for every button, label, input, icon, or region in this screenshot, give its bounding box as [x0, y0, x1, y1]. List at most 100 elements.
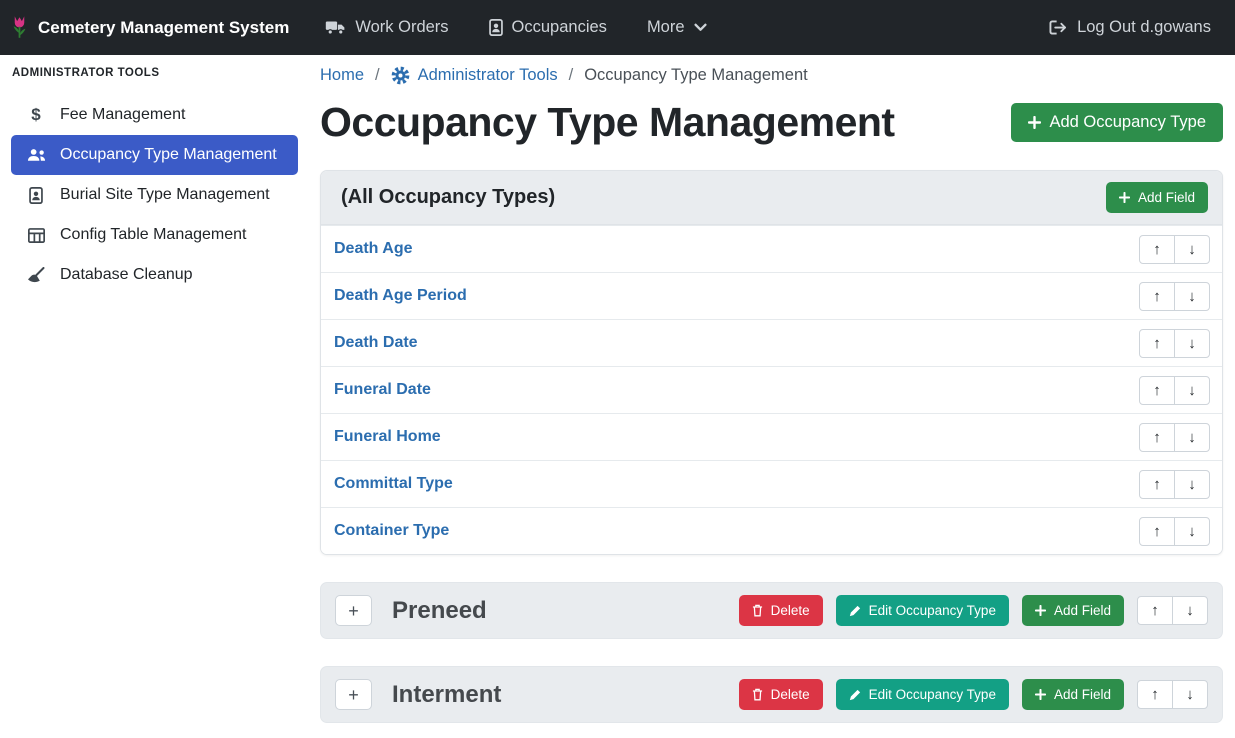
sidebar-item-label: Config Table Management: [60, 226, 247, 244]
move-down-button[interactable]: ↓: [1174, 329, 1210, 358]
occupancy-type-section-interment: + Interment Delete Edit Occupancy Type: [320, 666, 1223, 723]
nav-work-orders[interactable]: Work Orders: [325, 18, 448, 37]
broom-icon: [25, 267, 47, 283]
trash-icon: [752, 688, 763, 701]
occupancy-type-section-preneed: + Preneed Delete Edit Occupancy Type: [320, 582, 1223, 639]
delete-button[interactable]: Delete: [739, 595, 823, 626]
section-actions: Delete Edit Occupancy Type Add Field ↑: [739, 679, 1208, 710]
field-link[interactable]: Funeral Home: [334, 428, 441, 446]
edit-occupancy-type-button[interactable]: Edit Occupancy Type: [836, 595, 1009, 626]
field-link[interactable]: Death Age: [334, 240, 413, 258]
logout-label: Log Out d.gowans: [1077, 18, 1211, 37]
sidebar-item-config-table-management[interactable]: Config Table Management: [11, 215, 298, 255]
logout-link[interactable]: Log Out d.gowans: [1049, 18, 1211, 37]
field-link[interactable]: Committal Type: [334, 475, 453, 493]
field-link[interactable]: Container Type: [334, 522, 449, 540]
arrow-down-icon: ↓: [1188, 288, 1196, 305]
delete-label: Delete: [771, 687, 810, 702]
nav-work-orders-label: Work Orders: [355, 18, 448, 37]
breadcrumb-home-link[interactable]: Home: [320, 66, 364, 85]
field-link[interactable]: Death Age Period: [334, 287, 467, 305]
expand-section-button[interactable]: +: [335, 679, 372, 710]
add-occupancy-type-button[interactable]: Add Occupancy Type: [1011, 103, 1223, 142]
arrow-up-icon: ↑: [1153, 335, 1161, 352]
edit-occupancy-type-label: Edit Occupancy Type: [869, 603, 996, 618]
expand-section-button[interactable]: +: [335, 595, 372, 626]
field-link[interactable]: Death Date: [334, 334, 418, 352]
app-brand[interactable]: Cemetery Management System: [10, 14, 289, 41]
sidebar-item-occupancy-type-management[interactable]: Occupancy Type Management: [11, 135, 298, 175]
delete-button[interactable]: Delete: [739, 679, 823, 710]
move-down-button[interactable]: ↓: [1174, 282, 1210, 311]
add-occupancy-type-label: Add Occupancy Type: [1049, 113, 1206, 132]
move-down-button[interactable]: ↓: [1174, 376, 1210, 405]
arrow-up-icon: ↑: [1153, 429, 1161, 446]
add-field-label: Add Field: [1054, 603, 1111, 618]
nav-more-label: More: [647, 18, 685, 37]
sidebar-item-database-cleanup[interactable]: Database Cleanup: [11, 255, 298, 295]
pencil-icon: [849, 689, 861, 701]
arrow-up-icon: ↑: [1151, 686, 1159, 703]
move-up-button[interactable]: ↑: [1139, 376, 1175, 405]
all-types-card-title: (All Occupancy Types): [341, 186, 555, 209]
edit-occupancy-type-button[interactable]: Edit Occupancy Type: [836, 679, 1009, 710]
users-icon: [25, 148, 47, 162]
move-up-button[interactable]: ↑: [1139, 470, 1175, 499]
arrow-down-icon: ↓: [1188, 335, 1196, 352]
breadcrumb: Home / Administrator Tools / Occupancy T…: [320, 66, 1223, 85]
sidebar-item-burial-site-type-management[interactable]: Burial Site Type Management: [11, 175, 298, 215]
arrow-up-icon: ↑: [1153, 523, 1161, 540]
plus-icon: [1035, 689, 1046, 700]
move-up-button[interactable]: ↑: [1139, 282, 1175, 311]
add-field-button[interactable]: Add Field: [1106, 182, 1208, 213]
portrait-icon: [25, 187, 47, 204]
breadcrumb-current: Occupancy Type Management: [584, 66, 808, 85]
arrow-up-icon: ↑: [1151, 602, 1159, 619]
move-button-group: ↑ ↓: [1139, 423, 1210, 452]
move-down-button[interactable]: ↓: [1174, 423, 1210, 452]
logout-icon: [1049, 20, 1068, 35]
navbar-links: Work Orders Occupancies More: [325, 18, 706, 37]
field-link[interactable]: Funeral Date: [334, 381, 431, 399]
move-up-button[interactable]: ↑: [1137, 680, 1173, 709]
field-row: Funeral Home ↑ ↓: [321, 413, 1222, 460]
arrow-down-icon: ↓: [1188, 429, 1196, 446]
move-up-button[interactable]: ↑: [1139, 423, 1175, 452]
portrait-icon: [489, 19, 503, 36]
edit-occupancy-type-label: Edit Occupancy Type: [869, 687, 996, 702]
add-field-button[interactable]: Add Field: [1022, 679, 1124, 710]
move-button-group: ↑ ↓: [1139, 329, 1210, 358]
move-down-button[interactable]: ↓: [1172, 596, 1208, 625]
field-row: Death Date ↑ ↓: [321, 319, 1222, 366]
table-icon: [25, 228, 47, 243]
move-up-button[interactable]: ↑: [1137, 596, 1173, 625]
arrow-up-icon: ↑: [1153, 382, 1161, 399]
arrow-down-icon: ↓: [1186, 602, 1194, 619]
move-button-group: ↑ ↓: [1139, 376, 1210, 405]
move-up-button[interactable]: ↑: [1139, 329, 1175, 358]
plus-icon: [1028, 116, 1041, 129]
field-row: Death Age ↑ ↓: [321, 225, 1222, 272]
all-types-card-header: (All Occupancy Types) Add Field: [321, 171, 1222, 225]
section-actions: Delete Edit Occupancy Type Add Field ↑: [739, 595, 1208, 626]
sidebar-item-label: Database Cleanup: [60, 266, 193, 284]
sidebar-item-fee-management[interactable]: $ Fee Management: [11, 95, 298, 135]
move-up-button[interactable]: ↑: [1139, 517, 1175, 546]
add-field-label: Add Field: [1138, 190, 1195, 205]
nav-more[interactable]: More: [647, 18, 707, 37]
app-title: Cemetery Management System: [38, 18, 289, 38]
move-down-button[interactable]: ↓: [1174, 470, 1210, 499]
sidebar-heading: Administrator Tools: [0, 67, 308, 79]
tulip-logo-icon: [10, 14, 29, 41]
breadcrumb-admin-tools-link[interactable]: Administrator Tools: [391, 66, 558, 85]
move-down-button[interactable]: ↓: [1172, 680, 1208, 709]
arrow-up-icon: ↑: [1153, 476, 1161, 493]
sidebar-item-label: Occupancy Type Management: [60, 146, 277, 164]
move-up-button[interactable]: ↑: [1139, 235, 1175, 264]
field-row: Container Type ↑ ↓: [321, 507, 1222, 554]
move-down-button[interactable]: ↓: [1174, 517, 1210, 546]
nav-occupancies[interactable]: Occupancies: [489, 18, 607, 37]
add-field-button[interactable]: Add Field: [1022, 595, 1124, 626]
main-content: Home / Administrator Tools / Occupancy T…: [308, 55, 1235, 723]
move-down-button[interactable]: ↓: [1174, 235, 1210, 264]
